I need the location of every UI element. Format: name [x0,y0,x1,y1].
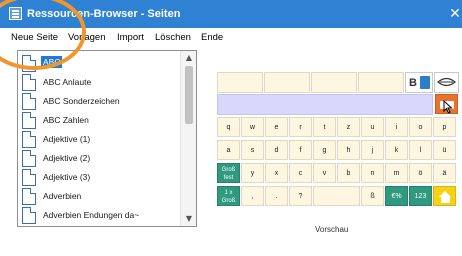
list-item-label: Adjektive (1) [43,134,91,144]
list-item[interactable]: ABC Zahlen [18,111,180,130]
key: ü [433,140,456,160]
eye-key [434,72,459,93]
menu-import[interactable]: Import [117,32,144,43]
book-icon [420,76,430,89]
key: ? [289,186,312,206]
window-title: Ressourcen-Browser - Seiten [27,8,181,20]
preview-field [311,72,357,93]
scroll-up-icon[interactable]: ▲ [181,51,196,65]
list-item[interactable]: ABC [18,54,180,73]
key: ä [433,163,456,183]
list-item[interactable]: Adjektive (2) [18,149,180,168]
key-home [433,186,456,206]
list-item-label: Adverbien Endungen da~ [43,210,140,220]
key-numbers: 123 [409,186,432,206]
key: i [385,117,408,137]
scroll-down-icon[interactable]: ▼ [181,212,196,226]
key: w [241,117,264,137]
menu-templates[interactable]: Vorlagen [68,32,106,43]
book-key: B [405,72,433,93]
key: d [265,140,288,160]
list-item-label: ABC Sonderzeichen [43,96,120,106]
list-item-label: Adjektive (2) [43,153,91,163]
list-item[interactable]: Adjektive (3) [18,168,180,187]
menu-bar: Neue Seite Vorlagen Import Löschen Ende [0,28,462,48]
key: v [313,163,336,183]
list-item-label: ABC Anlaute [43,77,92,87]
preview-field [264,72,310,93]
key: f [289,140,312,160]
sentence-bar [217,94,433,115]
list-item-label: Adjektive (3) [43,172,91,182]
mouse-cursor-icon [443,100,453,114]
list-item[interactable]: Adverbien [18,187,180,206]
page-list[interactable]: ABC ABC Anlaute ABC Sonderzeichen ABC Za… [17,50,197,227]
list-item[interactable]: Adverbien Endungen da~ [18,206,180,225]
key: x [265,163,288,183]
eye-icon [437,77,456,87]
key: p [433,117,456,137]
menu-end[interactable]: Ende [201,32,223,43]
key: u [361,117,384,137]
book-key-label: B [409,77,417,89]
document-icon [22,74,36,91]
list-item[interactable]: ABC Anlaute [18,73,180,92]
menu-new-page[interactable]: Neue Seite [11,32,58,43]
preview-field [358,72,404,93]
key: k [385,140,408,160]
key-caps-lock: Groß fest [217,163,240,183]
key: s [241,140,264,160]
key: n [361,163,384,183]
key: l [409,140,432,160]
menu-delete[interactable]: Löschen [155,32,191,43]
document-icon [22,188,36,205]
home-icon [439,191,452,203]
key-shift-once: 1 x Groß [217,186,240,206]
key: z [337,117,360,137]
key: m [385,163,408,183]
document-icon [22,169,36,186]
key: o [409,117,432,137]
app-icon [9,7,22,20]
key: j [361,140,384,160]
key: c [289,163,312,183]
key: g [313,140,336,160]
key-space [313,186,360,206]
preview-caption: Vorschau [315,225,349,234]
document-icon [22,150,36,167]
key: a [217,140,240,160]
key: y [241,163,264,183]
page-preview: B q w e r t z u i o p a s d f g h j k l … [217,72,459,212]
document-icon [22,207,36,224]
document-icon [22,93,36,110]
scroll-thumb[interactable] [185,66,193,124]
title-bar: Ressourcen-Browser - Seiten ✕ [0,0,462,28]
document-icon [22,131,36,148]
preview-field [217,72,263,93]
key: ß [361,186,384,206]
list-item-label: ABC Zahlen [43,115,89,125]
document-icon [22,55,36,72]
document-icon [22,112,36,129]
preview-top-row: B [217,72,459,93]
key: b [337,163,360,183]
list-item-label: ABC [41,56,63,68]
key: . [265,186,288,206]
list-item[interactable]: ABC Sonderzeichen [18,92,180,111]
key: , [241,186,264,206]
key: t [313,117,336,137]
key: h [337,140,360,160]
key: e [265,117,288,137]
key: q [217,117,240,137]
list-scrollbar[interactable]: ▲ ▼ [180,51,196,226]
close-icon[interactable]: ✕ [448,0,462,28]
list-item[interactable]: Adjektive (1) [18,130,180,149]
key: ö [409,163,432,183]
list-item-label: Adverbien [43,191,82,201]
key-symbols: €% [385,186,408,206]
key: r [289,117,312,137]
